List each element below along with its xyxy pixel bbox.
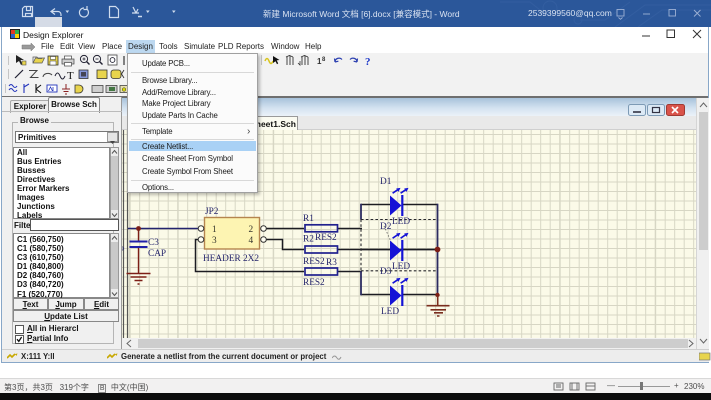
- svg-text:8: 8: [322, 57, 326, 63]
- svg-text:4: 4: [249, 236, 254, 246]
- svg-text:CAP: CAP: [148, 249, 166, 259]
- svg-text:R1: R1: [303, 214, 314, 224]
- svg-text:RES2: RES2: [303, 257, 325, 267]
- svg-text:D1: D1: [380, 177, 392, 187]
- svg-text:C3: C3: [148, 238, 159, 248]
- svg-text:R3: R3: [326, 258, 337, 268]
- svg-text:3: 3: [212, 236, 217, 246]
- svg-text:T: T: [67, 70, 74, 82]
- svg-text:2: 2: [249, 225, 254, 235]
- svg-text:R2: R2: [303, 235, 314, 245]
- svg-text:JP2: JP2: [205, 207, 219, 217]
- svg-text:P: P: [122, 246, 124, 256]
- svg-text:D3: D3: [380, 267, 392, 277]
- svg-text:D2: D2: [380, 222, 392, 232]
- svg-text:RES2: RES2: [315, 233, 337, 243]
- svg-text:1: 1: [212, 225, 217, 235]
- svg-text:LED: LED: [392, 262, 410, 272]
- svg-text:HEADER 2X2: HEADER 2X2: [203, 254, 259, 264]
- svg-text:LED: LED: [381, 307, 399, 317]
- svg-text:?: ?: [365, 56, 371, 68]
- svg-text:RES2: RES2: [303, 278, 325, 288]
- svg-text:LED: LED: [392, 217, 410, 227]
